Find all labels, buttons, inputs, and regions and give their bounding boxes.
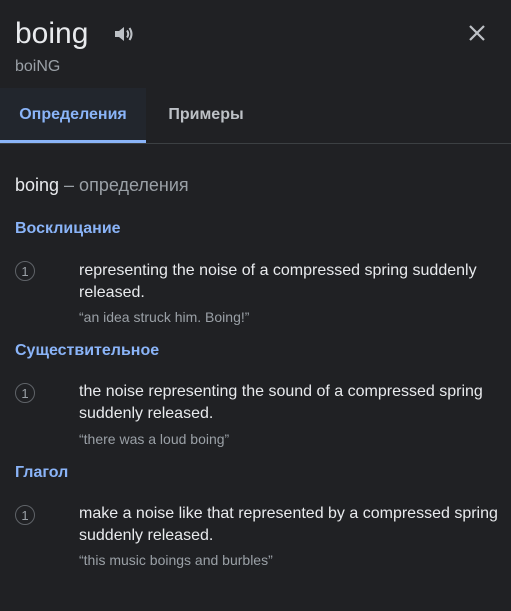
sense-number: 1 — [15, 383, 35, 403]
close-icon[interactable] — [466, 22, 488, 44]
definition-text: make a noise like that represented by a … — [79, 505, 498, 544]
definition-text: the noise representing the sound of a co… — [79, 383, 483, 422]
part-of-speech-verb: Глагол — [15, 464, 69, 481]
headword: boing — [15, 17, 89, 50]
tab-examples[interactable]: Примеры — [146, 88, 266, 142]
dictionary-header: boing boiNG — [0, 0, 511, 90]
tab-bar: Определения Примеры — [0, 88, 511, 144]
section-title-suffix: – определения — [59, 175, 189, 195]
section-title: boing – определения — [15, 173, 189, 197]
part-of-speech-noun: Существительное — [15, 342, 160, 359]
example-text: “this music boings and burbles” — [79, 552, 273, 568]
speaker-icon[interactable] — [113, 24, 137, 44]
definition-text: representing the noise of a compressed s… — [79, 262, 477, 301]
phonetic-spelling: boiNG — [15, 58, 61, 75]
tab-definitions[interactable]: Определения — [0, 88, 146, 143]
sense-number: 1 — [15, 505, 35, 525]
section-title-word: boing — [15, 175, 60, 195]
example-text: “there was a loud boing” — [79, 431, 230, 447]
sense-number: 1 — [15, 261, 35, 281]
part-of-speech-interjection: Восклицание — [15, 220, 121, 237]
example-text: “an idea struck him. Boing!” — [79, 309, 250, 325]
